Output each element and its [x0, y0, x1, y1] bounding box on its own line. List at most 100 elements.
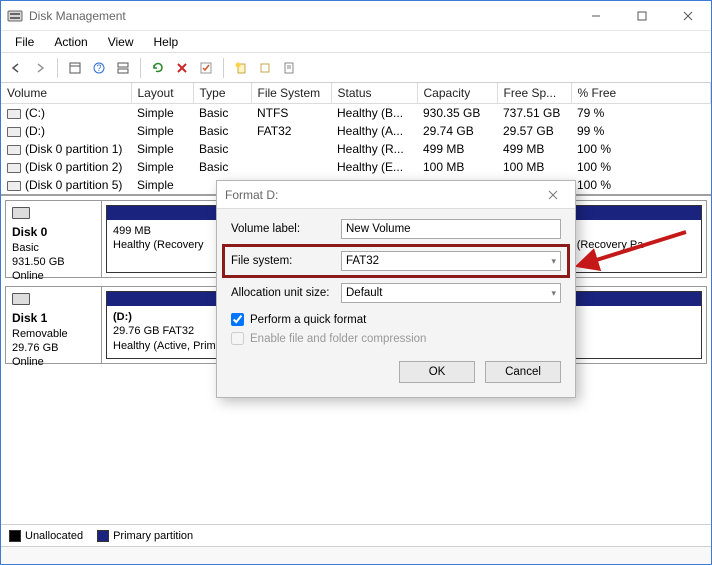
volume-name: (Disk 0 partition 2)	[25, 160, 122, 174]
volume-icon	[7, 181, 21, 191]
volume-icon	[7, 163, 21, 173]
volume-type: Basic	[193, 122, 251, 140]
file-system-label: File system:	[231, 255, 341, 267]
toolbar-properties-icon[interactable]	[278, 57, 300, 79]
volume-icon	[7, 109, 21, 119]
window-title: Disk Management	[29, 9, 573, 23]
quick-format-checkbox[interactable]	[231, 313, 244, 326]
volume-free: 29.57 GB	[497, 122, 571, 140]
volume-fs: NTFS	[251, 104, 331, 123]
compression-label: Enable file and folder compression	[250, 333, 426, 345]
disk-icon	[12, 293, 30, 305]
menu-view[interactable]: View	[98, 33, 144, 51]
close-button[interactable]	[665, 1, 711, 31]
toolbar-refresh-icon[interactable]	[147, 57, 169, 79]
toolbar-new-icon[interactable]	[230, 57, 252, 79]
toolbar-format-icon[interactable]	[254, 57, 276, 79]
volume-status: Healthy (B...	[331, 104, 417, 123]
col-type[interactable]: Type	[193, 83, 251, 104]
legend-unallocated: Unallocated	[25, 530, 83, 542]
maximize-button[interactable]	[619, 1, 665, 31]
volume-capacity: 100 MB	[417, 158, 497, 176]
col-free[interactable]: Free Sp...	[497, 83, 571, 104]
disk-name: Disk 1	[12, 311, 47, 325]
volume-free: 499 MB	[497, 140, 571, 158]
ok-button[interactable]: OK	[399, 361, 475, 383]
col-status[interactable]: Status	[331, 83, 417, 104]
chevron-down-icon: ▾	[551, 256, 556, 267]
disk-type: Removable	[12, 328, 68, 340]
toolbar-help-icon[interactable]: ?	[88, 57, 110, 79]
menu-file[interactable]: File	[5, 33, 44, 51]
toolbar-check-icon[interactable]	[195, 57, 217, 79]
dialog-close-button[interactable]	[539, 183, 567, 207]
disk-management-icon	[7, 8, 23, 24]
svg-text:?: ?	[96, 63, 101, 73]
col-layout[interactable]: Layout	[131, 83, 193, 104]
volume-layout: Simple	[131, 122, 193, 140]
volume-pct: 100 %	[571, 176, 711, 194]
cancel-button[interactable]: Cancel	[485, 361, 561, 383]
toolbar-layout-icon[interactable]	[112, 57, 134, 79]
volume-layout: Simple	[131, 176, 193, 194]
statusbar	[1, 546, 711, 564]
volume-label-input[interactable]	[341, 219, 561, 239]
volume-fs	[251, 140, 331, 158]
volume-fs: FAT32	[251, 122, 331, 140]
compression-checkbox	[231, 332, 244, 345]
file-system-select[interactable]: FAT32 ▾	[341, 251, 561, 271]
toolbar-delete-icon[interactable]	[171, 57, 193, 79]
menu-help[interactable]: Help	[144, 33, 189, 51]
file-system-row-highlight: File system: FAT32 ▾	[227, 249, 565, 273]
titlebar: Disk Management	[1, 1, 711, 31]
volume-name: (C:)	[25, 106, 45, 120]
forward-button[interactable]	[29, 57, 51, 79]
volume-status: Healthy (R...	[331, 140, 417, 158]
disk-icon	[12, 207, 30, 219]
file-system-value: FAT32	[346, 255, 379, 267]
volume-icon	[7, 127, 21, 137]
disk-status: Online	[12, 356, 44, 368]
col-fs[interactable]: File System	[251, 83, 331, 104]
table-row[interactable]: (Disk 0 partition 2)SimpleBasicHealthy (…	[1, 158, 711, 176]
volume-type: Basic	[193, 104, 251, 123]
volume-name: (Disk 0 partition 1)	[25, 142, 122, 156]
volume-pct: 100 %	[571, 158, 711, 176]
allocation-unit-size-select[interactable]: Default ▾	[341, 283, 561, 303]
col-volume[interactable]: Volume	[1, 83, 131, 104]
disk-info: Disk 1Removable29.76 GBOnline	[6, 287, 102, 363]
volume-layout: Simple	[131, 140, 193, 158]
legend: Unallocated Primary partition	[1, 524, 711, 546]
table-row[interactable]: (C:) SimpleBasicNTFSHealthy (B...930.35 G…	[1, 104, 711, 123]
volume-icon	[7, 145, 21, 155]
volume-capacity: 29.74 GB	[417, 122, 497, 140]
table-row[interactable]: (Disk 0 partition 1)SimpleBasicHealthy (…	[1, 140, 711, 158]
volume-pct: 79 %	[571, 104, 711, 123]
volume-status: Healthy (E...	[331, 158, 417, 176]
menu-action[interactable]: Action	[44, 33, 97, 51]
quick-format-label: Perform a quick format	[250, 314, 366, 326]
disk-size: 931.50 GB	[12, 256, 65, 268]
volume-name: (Disk 0 partition 5)	[25, 178, 122, 192]
table-row[interactable]: (D:)SimpleBasicFAT32Healthy (A...29.74 G…	[1, 122, 711, 140]
disk-name: Disk 0	[12, 225, 47, 239]
volume-fs	[251, 158, 331, 176]
col-pct[interactable]: % Free	[571, 83, 711, 104]
dialog-title: Format D:	[225, 188, 539, 202]
volume-capacity: 930.35 GB	[417, 104, 497, 123]
minimize-button[interactable]	[573, 1, 619, 31]
volume-layout: Simple	[131, 158, 193, 176]
allocation-unit-size-value: Default	[346, 287, 382, 299]
chevron-down-icon: ▾	[551, 288, 556, 299]
volume-label-label: Volume label:	[231, 223, 341, 235]
volume-pct: 99 %	[571, 122, 711, 140]
toolbar-settings-icon[interactable]	[64, 57, 86, 79]
legend-primary: Primary partition	[113, 530, 193, 542]
volume-layout: Simple	[131, 104, 193, 123]
back-button[interactable]	[5, 57, 27, 79]
volume-capacity: 499 MB	[417, 140, 497, 158]
disk-size: 29.76 GB	[12, 342, 58, 354]
col-capacity[interactable]: Capacity	[417, 83, 497, 104]
disk-info: Disk 0Basic931.50 GBOnline	[6, 201, 102, 277]
format-dialog: Format D: Volume label: File system: FAT…	[216, 180, 576, 398]
